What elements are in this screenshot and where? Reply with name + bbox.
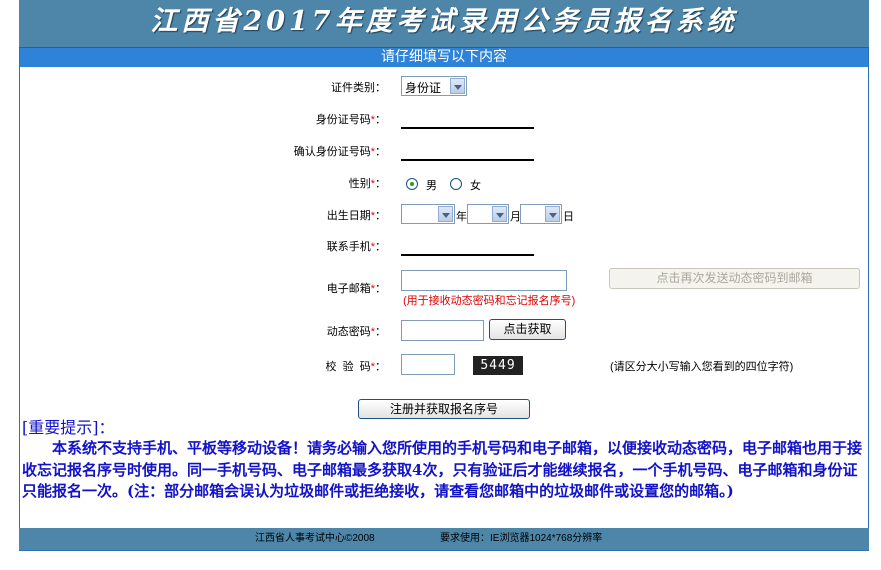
captcha-image[interactable]: 5449 <box>473 356 523 375</box>
id-number-label: 身份证号码*： <box>315 114 386 126</box>
id-type-select[interactable]: 身份证 <box>401 76 467 96</box>
chevron-down-icon <box>545 206 560 222</box>
mobile-label: 联系手机*： <box>326 241 386 253</box>
footer-requirement: 要求使用：IE浏览器1024*768分辨率 <box>440 533 603 544</box>
id-type-label: 证件类别： <box>331 82 386 94</box>
get-otp-button[interactable]: 点击获取 <box>489 319 566 340</box>
captcha-label: 校 验 码*： <box>325 361 386 373</box>
chevron-down-icon <box>438 206 453 222</box>
form-instruction: 请仔细填写以下内容 <box>20 48 868 67</box>
birth-day-select[interactable] <box>520 204 562 224</box>
id-confirm-label: 确认身份证号码*： <box>293 146 386 158</box>
id-confirm-input[interactable] <box>401 148 534 161</box>
captcha-input[interactable] <box>401 354 455 375</box>
mobile-input[interactable] <box>401 243 534 256</box>
notice-title: [重要提示]： <box>22 418 115 437</box>
otp-label: 动态密码*： <box>326 326 386 338</box>
page-footer: 江西省人事考试中心©2008 要求使用：IE浏览器1024*768分辨率 <box>19 528 869 550</box>
chevron-down-icon <box>450 78 465 94</box>
email-label: 电子邮箱*： <box>326 283 386 295</box>
email-input[interactable] <box>401 270 567 291</box>
header-banner: 江西省2017年度考试录用公务员报名系统 <box>19 0 869 48</box>
chevron-down-icon <box>492 206 507 222</box>
email-hint: (用于接收动态密码和忘记报名序号) <box>403 295 576 307</box>
captcha-hint: (请区分大小写输入您看到的四位字符) <box>610 361 794 373</box>
gender-male-radio[interactable] <box>406 178 418 190</box>
notice-body: 本系统不支持手机、平板等移动设备！请务必输入您所使用的手机号码和电子邮箱，以便接… <box>22 439 863 500</box>
registration-panel: 请仔细填写以下内容 证件类别： 身份证 身份证号码*： 确认身份证号码*： 性别… <box>19 48 869 551</box>
gender-female-radio[interactable] <box>450 178 462 190</box>
gender-male-label: 男 <box>426 180 437 192</box>
birth-month-select[interactable] <box>467 204 509 224</box>
footer-copyright: 江西省人事考试中心©2008 <box>255 533 375 544</box>
birth-date-label: 出生日期*： <box>326 210 386 222</box>
day-unit: 日 <box>563 211 574 223</box>
gender-female-label: 女 <box>470 180 481 192</box>
register-submit-button[interactable]: 注册并获取报名序号 <box>358 399 530 419</box>
gender-label: 性别*： <box>348 178 386 190</box>
birth-year-select[interactable] <box>401 204 455 224</box>
id-type-value: 身份证 <box>405 81 442 95</box>
year-unit: 年 <box>456 211 467 223</box>
id-number-input[interactable] <box>401 116 534 129</box>
important-notice: [重要提示]： 本系统不支持手机、平板等移动设备！请务必输入您所使用的手机号码和… <box>22 418 866 503</box>
page-title: 江西省2017年度考试录用公务员报名系统 <box>150 6 738 37</box>
resend-otp-email-button[interactable]: 点击再次发送动态密码到邮箱 <box>609 268 860 289</box>
otp-input[interactable] <box>401 320 484 341</box>
